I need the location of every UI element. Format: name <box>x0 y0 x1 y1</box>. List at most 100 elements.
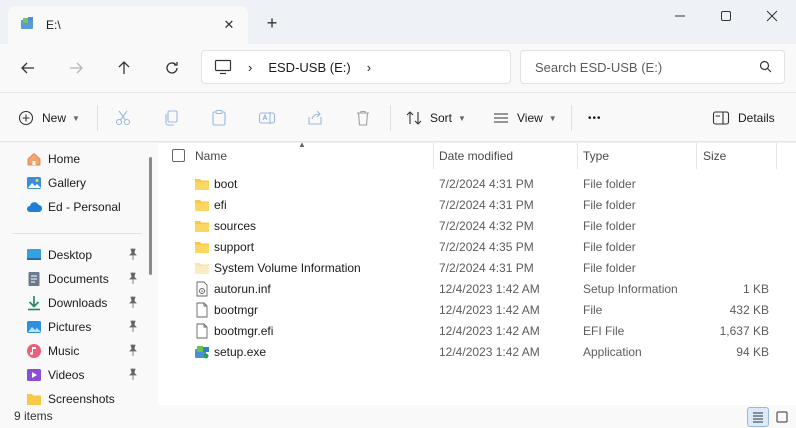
more-options-button[interactable]: ••• <box>588 106 602 130</box>
rename-button[interactable] <box>258 106 276 130</box>
column-divider[interactable] <box>696 143 697 169</box>
details-pane-button[interactable]: Details <box>712 106 775 130</box>
refresh-button[interactable] <box>158 56 186 80</box>
folder-icon <box>26 391 42 405</box>
tab-title: E:\ <box>46 18 61 32</box>
new-button[interactable]: New ▼ <box>18 106 80 130</box>
chevron-down-icon: ▼ <box>458 113 466 123</box>
breadcrumb-separator[interactable]: › <box>248 60 252 75</box>
forward-arrow-icon <box>70 62 83 74</box>
search-box[interactable]: Search ESD-USB (E:) <box>520 50 785 84</box>
pin-icon[interactable] <box>128 320 138 335</box>
sidebar-item-music[interactable]: Music <box>26 340 142 362</box>
details-label: Details <box>738 111 775 125</box>
sidebar-item-pictures[interactable]: Pictures <box>26 316 142 338</box>
column-header-type[interactable]: Type <box>583 143 693 169</box>
file-name[interactable]: setup.exe <box>214 345 266 359</box>
table-row[interactable]: efi 7/2/2024 4:31 PM File folder <box>158 195 796 216</box>
file-name[interactable]: bootmgr.efi <box>214 324 273 338</box>
tab-drive-e[interactable]: E:\ ✕ <box>8 6 248 44</box>
maximize-button[interactable] <box>703 4 749 28</box>
file-date: 12/4/2023 1:42 AM <box>439 324 540 338</box>
column-divider[interactable] <box>433 143 434 169</box>
up-button[interactable] <box>110 56 138 80</box>
sidebar-item-desktop[interactable]: Desktop <box>26 244 142 266</box>
file-icon <box>194 302 210 318</box>
music-icon <box>26 343 42 359</box>
file-size: 94 KB <box>736 345 769 359</box>
sidebar-item-label: Music <box>48 344 80 358</box>
sidebar-item-gallery[interactable]: Gallery <box>26 172 142 194</box>
sidebar-item-screenshots[interactable]: Screenshots <box>26 388 142 405</box>
scrollbar-thumb[interactable] <box>149 157 152 275</box>
pin-icon[interactable] <box>128 272 138 287</box>
file-type: Application <box>583 345 642 359</box>
select-all-checkbox[interactable] <box>172 149 185 162</box>
sidebar-item-label: Screenshots <box>48 392 115 405</box>
paste-button[interactable] <box>210 106 228 130</box>
sort-button[interactable]: Sort ▼ <box>406 106 466 130</box>
back-button[interactable] <box>14 56 42 80</box>
pin-icon[interactable] <box>128 368 138 383</box>
pin-icon[interactable] <box>128 344 138 359</box>
sidebar-item-label: Desktop <box>48 248 93 262</box>
view-button[interactable]: View ▼ <box>493 106 557 130</box>
column-divider[interactable] <box>776 143 777 169</box>
toolbar-divider <box>571 105 572 131</box>
table-row[interactable]: boot 7/2/2024 4:31 PM File folder <box>158 174 796 195</box>
breadcrumb-drive[interactable]: ESD-USB (E:) <box>268 60 350 75</box>
address-bar[interactable]: › ESD-USB (E:) › <box>201 50 511 84</box>
forward-button[interactable] <box>62 56 90 80</box>
file-name[interactable]: autorun.inf <box>214 282 271 296</box>
chevron-down-icon: ▼ <box>72 113 80 123</box>
table-row[interactable]: autorun.inf 12/4/2023 1:42 AM Setup Inform… <box>158 279 796 300</box>
file-size: 432 KB <box>729 303 769 317</box>
pin-icon[interactable] <box>128 248 138 263</box>
sidebar-item-videos[interactable]: Videos <box>26 364 142 386</box>
column-header-date[interactable]: Date modified <box>439 143 577 169</box>
gallery-icon <box>26 175 42 191</box>
table-row[interactable]: bootmgr.efi 12/4/2023 1:42 AM EFI File 1,63… <box>158 321 796 342</box>
copy-button[interactable] <box>162 106 180 130</box>
file-name[interactable]: bootmgr <box>214 303 258 317</box>
large-icons-view-button[interactable] <box>771 407 793 427</box>
details-view-button[interactable] <box>747 407 769 427</box>
file-name[interactable]: support <box>214 240 254 254</box>
sidebar-item-downloads[interactable]: Downloads <box>26 292 142 314</box>
minimize-button[interactable] <box>657 4 703 28</box>
file-name[interactable]: efi <box>214 198 227 212</box>
file-name[interactable]: sources <box>214 219 256 233</box>
sidebar-item-label: Pictures <box>48 320 92 334</box>
table-row[interactable]: support 7/2/2024 4:35 PM File folder <box>158 237 796 258</box>
close-tab-icon[interactable]: ✕ <box>220 16 238 34</box>
column-header-name[interactable]: Name <box>195 143 433 169</box>
drive-icon <box>20 16 36 35</box>
breadcrumb-chevron[interactable]: › <box>367 60 371 75</box>
folder-icon <box>194 176 210 192</box>
sidebar-scrollbar[interactable] <box>144 143 158 405</box>
table-row[interactable]: sources 7/2/2024 4:32 PM File folder <box>158 216 796 237</box>
share-button[interactable] <box>306 106 324 130</box>
pin-icon[interactable] <box>128 296 138 311</box>
sidebar-item-label: Gallery <box>48 176 87 190</box>
column-header-size[interactable]: Size <box>703 143 773 169</box>
sidebar-item-documents[interactable]: Documents <box>26 268 142 290</box>
close-window-button[interactable] <box>749 4 795 28</box>
file-name[interactable]: boot <box>214 177 237 191</box>
file-name[interactable]: System Volume Information <box>214 261 361 275</box>
table-row[interactable]: setup.exe 12/4/2023 1:42 AM Application 94 … <box>158 342 796 363</box>
search-icon[interactable] <box>759 60 772 76</box>
delete-button[interactable] <box>354 106 372 130</box>
table-row[interactable]: System Volume Information 7/2/2024 4:31 P… <box>158 258 796 279</box>
table-row[interactable]: bootmgr 12/4/2023 1:42 AM File 432 KB <box>158 300 796 321</box>
sidebar-item-home[interactable]: Home <box>26 148 142 170</box>
up-arrow-icon <box>118 61 130 74</box>
new-tab-button[interactable]: + <box>262 13 282 33</box>
cut-button[interactable] <box>114 106 132 130</box>
column-divider[interactable] <box>577 143 578 169</box>
sidebar-item-onedrive[interactable]: Ed - Personal <box>26 196 142 218</box>
search-input[interactable]: Search ESD-USB (E:) <box>535 60 662 75</box>
sidebar-divider <box>12 233 142 234</box>
file-date: 12/4/2023 1:42 AM <box>439 303 540 317</box>
file-type: File folder <box>583 177 636 191</box>
